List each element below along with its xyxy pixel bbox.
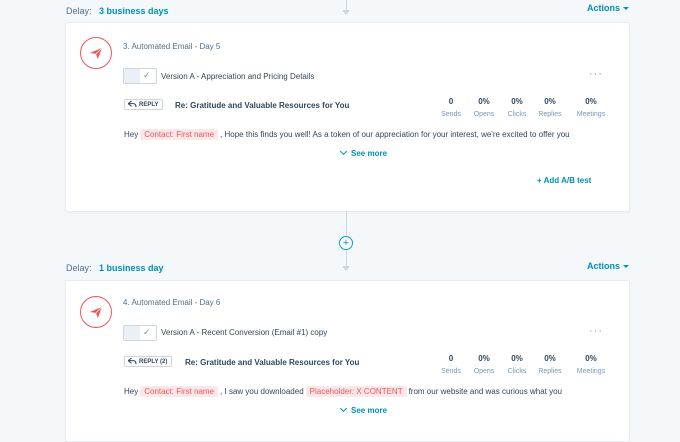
email-subject[interactable]: Re: Gratitude and Valuable Resources for… — [175, 101, 349, 110]
email-preview: Hey Contact: First name, I saw you downlo… — [124, 386, 562, 397]
see-more-link[interactable]: See more — [339, 404, 387, 415]
chevron-down-icon — [339, 404, 348, 413]
chevron-down-icon — [339, 147, 348, 156]
actions-dropdown[interactable]: Actions — [587, 3, 630, 13]
connector-arrow-icon — [342, 266, 350, 271]
paper-plane-icon — [80, 37, 112, 69]
step-title: 3. Automated Email - Day 5 — [123, 42, 221, 51]
caret-down-icon — [623, 7, 630, 11]
stat-replies: 0% Replies — [538, 354, 562, 375]
delay-value[interactable]: 3 business days — [99, 6, 169, 16]
add-ab-test-button[interactable]: + Add A/B test — [537, 176, 591, 185]
delay-label: Delay: — [66, 6, 92, 16]
stat-meetings: 0% Meetings — [576, 354, 606, 375]
version-toggle[interactable]: ✓ — [123, 68, 157, 84]
delay-label: Delay: — [66, 263, 92, 273]
check-icon: ✓ — [143, 70, 151, 80]
version-toggle[interactable]: ✓ — [123, 325, 157, 341]
stat-meetings: 0% Meetings — [576, 97, 606, 118]
stat-replies: 0% Replies — [538, 97, 562, 118]
email-preview: Hey Contact: First name, Hope this finds … — [124, 129, 570, 140]
more-options-icon[interactable]: ··· — [589, 325, 603, 337]
email-subject[interactable]: Re: Gratitude and Valuable Resources for… — [185, 358, 359, 367]
plus-circle-icon[interactable]: + — [339, 236, 353, 250]
delay-value[interactable]: 1 business day — [99, 263, 164, 273]
reply-badge: REPLY — [124, 99, 164, 110]
personalization-token: Contact: First name — [140, 129, 219, 140]
actions-label: Actions — [587, 261, 621, 271]
connector-line — [346, 251, 347, 266]
paper-plane-icon — [80, 296, 112, 328]
caret-down-icon — [623, 265, 630, 269]
actions-label: Actions — [587, 3, 621, 13]
version-label: Version A - Appreciation and Pricing Det… — [161, 72, 315, 81]
see-more-link[interactable]: See more — [339, 147, 387, 158]
placeholder-token: Placeholder: X CONTENT — [305, 386, 407, 397]
connector-line — [346, 211, 347, 235]
connector-line — [346, 0, 347, 10]
version-label: Version A - Recent Conversion (Email #1)… — [161, 328, 328, 337]
check-icon: ✓ — [143, 327, 151, 337]
actions-dropdown[interactable]: Actions — [587, 261, 630, 271]
more-options-icon[interactable]: ··· — [589, 68, 603, 80]
reply-badge: REPLY (2) — [124, 356, 173, 367]
reply-label: REPLY — [139, 101, 159, 108]
step-title: 4. Automated Email - Day 6 — [123, 298, 221, 307]
connector-arrow-icon — [342, 10, 350, 15]
reply-label: REPLY (2) — [139, 358, 168, 365]
personalization-token: Contact: First name — [140, 386, 219, 397]
reply-arrow-icon — [128, 358, 137, 365]
reply-arrow-icon — [128, 101, 137, 108]
